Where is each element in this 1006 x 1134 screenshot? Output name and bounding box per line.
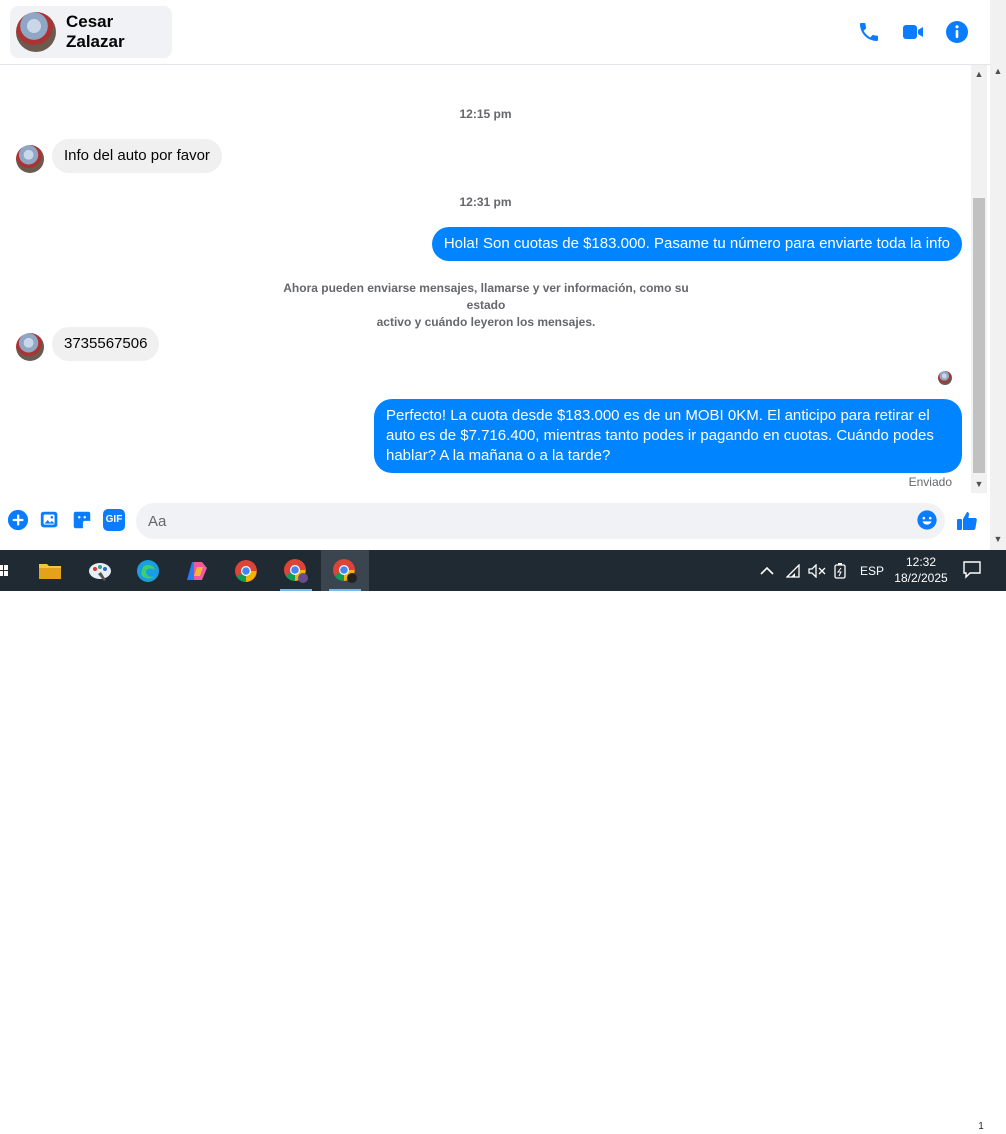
notice-line: Ahora pueden enviarse mensajes, llamarse… [283,281,689,312]
file-explorer-icon[interactable] [26,550,74,591]
scroll-down-arrow-icon[interactable]: ▼ [971,477,987,491]
paint-icon[interactable] [76,550,124,591]
page-scroll-up-icon[interactable]: ▲ [990,66,1006,76]
outgoing-message[interactable]: Perfecto! La cuota desde $183.000 es de … [374,399,962,473]
like-icon[interactable] [955,509,979,533]
composer: GIF [0,500,990,542]
page-scroll-down-icon[interactable]: ▼ [990,534,1006,544]
outgoing-message[interactable]: Hola! Son cuotas de $183.000. Pasame tu … [431,227,962,261]
chat-header: Cesar Zalazar [0,0,990,65]
system-clock[interactable]: 12:32 18/2/2025 [888,554,954,586]
message-line: hablar? A la mañana o a la tarde? [386,447,611,464]
language-indicator[interactable]: ESP [860,550,884,591]
clock-date: 18/2/2025 [894,571,948,585]
network-icon[interactable] [786,550,802,591]
video-icon[interactable] [901,20,925,44]
contact-avatar [16,12,56,52]
emoji-icon[interactable] [916,509,938,531]
clock-time: 12:32 [905,555,937,569]
phone-icon[interactable] [857,20,881,44]
image-icon[interactable] [39,509,61,531]
seen-avatar [938,371,952,385]
notifications-icon[interactable] [962,550,988,591]
chrome-profile-icon[interactable] [272,550,320,591]
timestamp: 12:15 pm [459,107,512,121]
contact-chip[interactable]: Cesar Zalazar [10,6,172,58]
scroll-thumb[interactable] [973,198,985,473]
volume-muted-icon[interactable] [808,550,826,591]
sender-avatar [16,333,44,361]
messenger-window: Cesar Zalazar 12:15 pm Info del auto por… [0,0,1006,550]
incoming-message[interactable]: 3735567506 [52,327,160,361]
battery-icon[interactable] [833,550,847,591]
start-icon[interactable] [0,550,14,591]
incoming-message[interactable]: Info del auto por favor [52,139,222,173]
edge-icon[interactable] [124,550,172,591]
notice-line: activo y cuándo leyeron los mensajes. [376,315,596,329]
info-icon[interactable] [945,20,969,44]
notification-badge: 1 [974,1120,988,1134]
tray-chevron-icon[interactable] [760,550,774,591]
message-line: Perfecto! La cuota desde $183.000 es de … [386,407,930,424]
message-line: auto es de $7.716.400, mientras tanto po… [386,427,934,444]
conversation-scrollbar[interactable]: ▲ ▼ [971,65,987,493]
message-input[interactable] [136,503,945,539]
chrome-profile-2-icon[interactable] [321,550,369,591]
copilot-icon[interactable] [173,550,221,591]
contact-name: Cesar Zalazar [66,12,125,51]
delivery-status: Enviado [908,475,952,489]
sender-avatar [16,145,44,173]
plus-icon[interactable] [7,509,29,531]
sticker-icon[interactable] [71,509,93,531]
info-notice: Ahora pueden enviarse mensajes, llamarse… [270,280,702,331]
timestamp: 12:31 pm [459,195,512,209]
scroll-up-arrow-icon[interactable]: ▲ [971,67,987,81]
taskbar: ESP 12:32 18/2/2025 1 [0,550,1006,1134]
chrome-icon[interactable] [222,550,270,591]
page-scrollbar[interactable]: ▲ ▼ [990,0,1006,550]
gif-icon[interactable]: GIF [103,509,125,531]
